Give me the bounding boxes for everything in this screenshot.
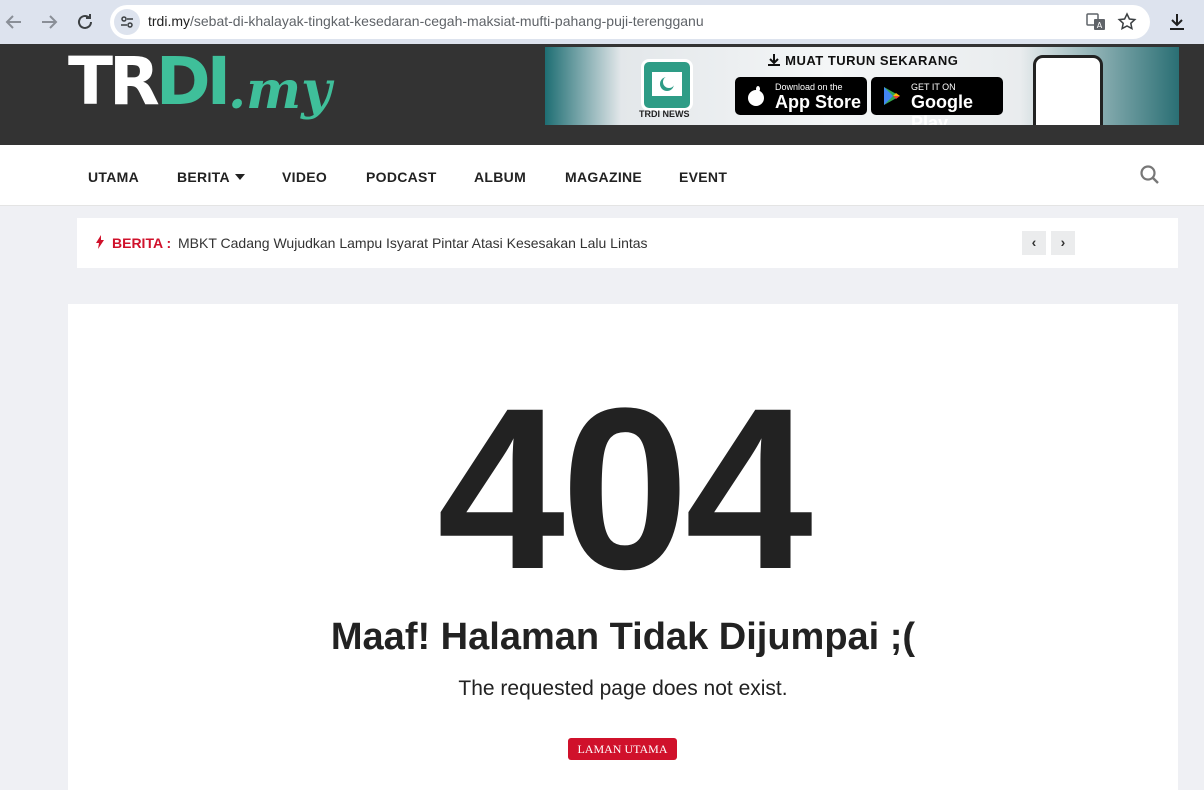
menu-item-utama[interactable]: UTAMA	[88, 169, 139, 185]
url-text[interactable]: trdi.my/sebat-di-khalayak-tingkat-keseda…	[148, 13, 704, 29]
menu-item-video[interactable]: VIDEO	[282, 169, 327, 185]
banner-title: MUAT TURUN SEKARANG	[767, 53, 958, 68]
menu-item-podcast[interactable]: PODCAST	[366, 169, 437, 185]
back-arrow-icon[interactable]	[2, 10, 26, 34]
app-store-small-text: Download on the	[775, 82, 843, 92]
app-store-badge[interactable]: Download on the App Store	[735, 77, 867, 115]
phone-mockup	[1033, 55, 1103, 125]
site-logo[interactable]: TRDI .my	[68, 49, 332, 131]
menu-item-album[interactable]: ALBUM	[474, 169, 526, 185]
site-header: TRDI .my TRDI NEWS MUAT TURUN SEKARANG D…	[0, 44, 1204, 145]
google-play-badge[interactable]: GET IT ON Google Play	[871, 77, 1003, 125]
lightning-icon	[95, 235, 105, 252]
reload-icon[interactable]	[73, 10, 97, 34]
app-download-banner[interactable]: TRDI NEWS MUAT TURUN SEKARANG Download o…	[545, 47, 1179, 125]
logo-text-tr: TR	[68, 43, 160, 120]
caret-down-icon	[234, 174, 245, 180]
menu-item-berita-label: BERITA	[177, 169, 230, 185]
download-arrow-icon	[768, 54, 780, 66]
error-title: Maaf! Halaman Tidak Dijumpai ;(	[330, 616, 916, 658]
menu-item-event[interactable]: EVENT	[679, 169, 727, 185]
menu-item-magazine[interactable]: MAGAZINE	[565, 169, 642, 185]
ticker-next-button[interactable]: ›	[1051, 231, 1075, 255]
download-icon[interactable]	[1165, 10, 1189, 34]
banner-app-label: TRDI NEWS	[639, 109, 690, 119]
apple-icon	[745, 85, 767, 107]
search-icon[interactable]	[1139, 164, 1161, 186]
logo-wordmark: TRDI	[68, 49, 231, 115]
error-code: 404	[437, 360, 813, 617]
main-menu: UTAMA BERITA VIDEO PODCAST ALBUM MAGAZIN…	[0, 145, 1204, 206]
google-play-icon	[881, 85, 903, 107]
bookmark-star-icon[interactable]	[1116, 11, 1138, 33]
app-store-big-text: App Store	[775, 92, 862, 112]
news-ticker: BERITA : MBKT Cadang Wujudkan Lampu Isya…	[77, 218, 1178, 268]
google-play-big-text: Google Play	[911, 92, 973, 125]
ticker-headline[interactable]: MBKT Cadang Wujudkan Lampu Isyarat Pinta…	[178, 235, 648, 251]
logo-suffix: .my	[228, 60, 332, 121]
logo-text-di: DI	[155, 43, 231, 120]
trdi-app-icon	[641, 59, 693, 111]
menu-item-berita[interactable]: BERITA	[177, 169, 245, 185]
translate-icon[interactable]: A	[1085, 11, 1107, 33]
browser-toolbar: trdi.my/sebat-di-khalayak-tingkat-keseda…	[0, 0, 1204, 44]
url-path: /sebat-di-khalayak-tingkat-kesedaran-ceg…	[190, 13, 704, 29]
site-info-icon[interactable]	[114, 9, 140, 35]
svg-text:A: A	[1097, 21, 1103, 30]
home-button[interactable]: LAMAN UTAMA	[568, 738, 677, 760]
banner-title-text: MUAT TURUN SEKARANG	[785, 53, 959, 68]
ticker-label: BERITA :	[112, 235, 172, 251]
forward-arrow-icon[interactable]	[37, 10, 61, 34]
address-bar[interactable]: trdi.my/sebat-di-khalayak-tingkat-keseda…	[110, 5, 1150, 39]
ticker-prev-button[interactable]: ‹	[1022, 231, 1046, 255]
error-content: 404 Maaf! Halaman Tidak Dijumpai ;( The …	[68, 304, 1178, 790]
error-subtitle: The requested page does not exist.	[458, 677, 788, 700]
url-host: trdi.my	[148, 13, 190, 29]
google-play-small-text: GET IT ON	[911, 82, 956, 92]
